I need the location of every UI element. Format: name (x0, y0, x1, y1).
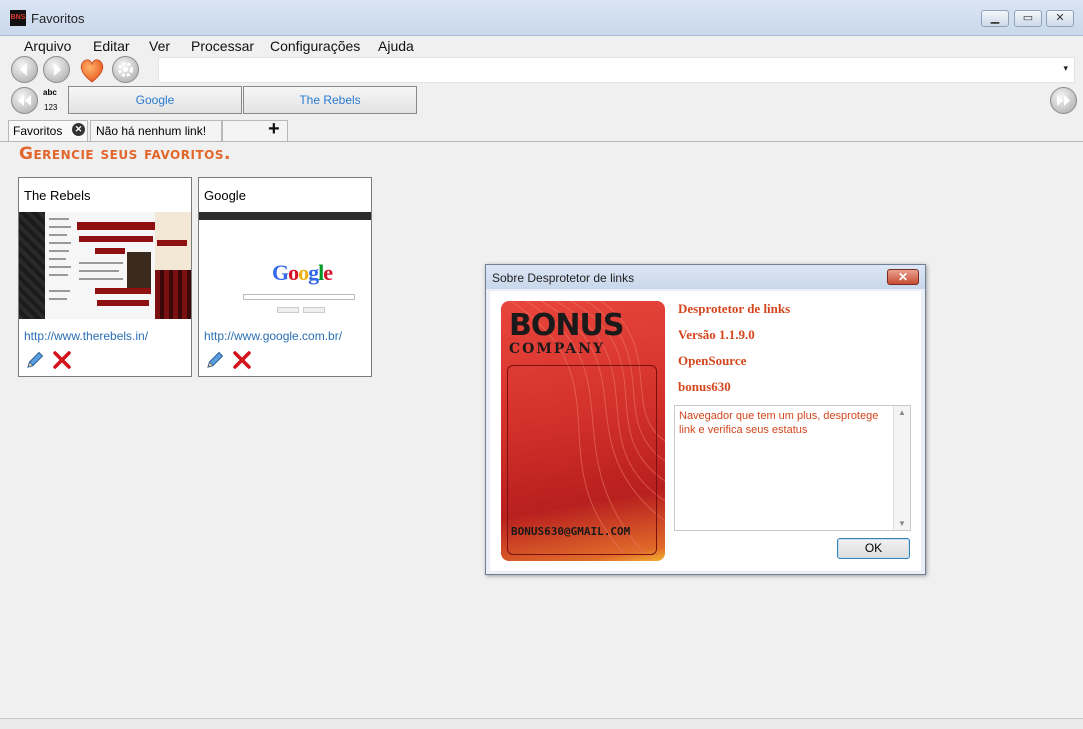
back-arrow-icon (20, 63, 27, 76)
card-title: Google (204, 188, 246, 203)
maximize-button[interactable]: ▭ (1014, 10, 1042, 27)
card-url-link[interactable]: http://www.google.com.br/ (204, 329, 342, 343)
delete-x-icon[interactable] (52, 350, 72, 370)
license-label: OpenSource (678, 353, 747, 368)
company-logo: BONUS COMPANY BONUS630@GMAIL.COM (501, 301, 665, 561)
menu-ajuda[interactable]: Ajuda (378, 36, 414, 56)
rewind-icon (18, 95, 31, 106)
dialog-body: BONUS COMPANY BONUS630@GMAIL.COM Desprot… (490, 291, 921, 571)
scroll-up-icon[interactable]: ▲ (898, 408, 906, 417)
back-button[interactable] (11, 56, 38, 83)
forward-arrow-icon (54, 63, 61, 76)
description-textbox[interactable]: Navegador que tem um plus, desprotege li… (674, 405, 911, 531)
favorite-card-google[interactable]: Google Google http://www.google.com.br/ (198, 177, 372, 377)
sort-numeric-label[interactable]: 123 (44, 103, 57, 113)
title-bar (0, 0, 1083, 36)
favorite-google-button[interactable]: Google (68, 86, 242, 114)
version-label: Versão 1.1.9.0 (678, 327, 755, 342)
address-bar[interactable]: ▾ (158, 57, 1075, 83)
tab-links[interactable]: Não há nenhum link! (90, 120, 222, 141)
favorite-card-rebels[interactable]: The Rebels http://www.therebels.in/ (18, 177, 192, 377)
sort-alpha-label[interactable]: abc (43, 88, 57, 98)
site-thumbnail[interactable] (19, 212, 191, 319)
delete-x-icon[interactable] (232, 350, 252, 370)
menu-editar[interactable]: Editar (93, 36, 130, 56)
menu-arquivo[interactable]: Arquivo (24, 36, 71, 56)
ok-button[interactable]: OK (837, 538, 910, 559)
description-text: Navegador que tem um plus, desprotege li… (679, 410, 879, 436)
menu-ver[interactable]: Ver (149, 36, 170, 56)
author-label: bonus630 (678, 379, 731, 394)
forward-button[interactable] (43, 56, 70, 83)
minimize-button[interactable]: ▁ (981, 10, 1009, 27)
card-title: The Rebels (24, 188, 91, 203)
menu-configuracoes[interactable]: Configurações (270, 36, 360, 56)
scroll-down-icon[interactable]: ▼ (898, 519, 906, 528)
card-url-link[interactable]: http://www.therebels.in/ (24, 329, 148, 343)
dialog-title-bar[interactable]: Sobre Desprotetor de links ✕ (486, 265, 925, 289)
edit-pencil-icon[interactable] (205, 350, 225, 370)
scroll-left-button[interactable] (11, 87, 38, 114)
menu-bar: Arquivo Editar Ver Processar Configuraçõ… (0, 36, 1083, 56)
add-tab-icon[interactable]: + (268, 118, 280, 141)
dialog-close-button[interactable]: ✕ (887, 269, 919, 285)
product-name: Desprotetor de links (678, 301, 791, 316)
app-icon: BNS (10, 10, 26, 26)
page-title: Gerencie seus favoritos. (19, 144, 231, 164)
about-dialog: Sobre Desprotetor de links ✕ BONUS COMPA… (485, 264, 926, 575)
favorite-rebels-button[interactable]: The Rebels (243, 86, 417, 114)
google-logo: Google (272, 260, 333, 285)
site-thumbnail[interactable]: Google (199, 212, 371, 319)
description-scrollbar[interactable]: ▲ ▼ (893, 406, 910, 530)
scroll-right-button[interactable] (1050, 87, 1077, 114)
status-bar (0, 718, 1083, 729)
dialog-title: Sobre Desprotetor de links (492, 271, 635, 285)
heart-icon (80, 59, 104, 83)
window-title: Favoritos (31, 11, 85, 26)
gear-icon (118, 62, 133, 77)
close-button[interactable]: ✕ (1046, 10, 1074, 27)
tab-close-icon[interactable]: ✕ (72, 123, 85, 136)
favorites-button[interactable] (77, 55, 107, 85)
menu-processar[interactable]: Processar (191, 36, 254, 56)
settings-button[interactable] (112, 56, 139, 83)
fast-forward-icon (1057, 95, 1070, 106)
chevron-down-icon[interactable]: ▾ (1063, 63, 1068, 74)
edit-pencil-icon[interactable] (25, 350, 45, 370)
